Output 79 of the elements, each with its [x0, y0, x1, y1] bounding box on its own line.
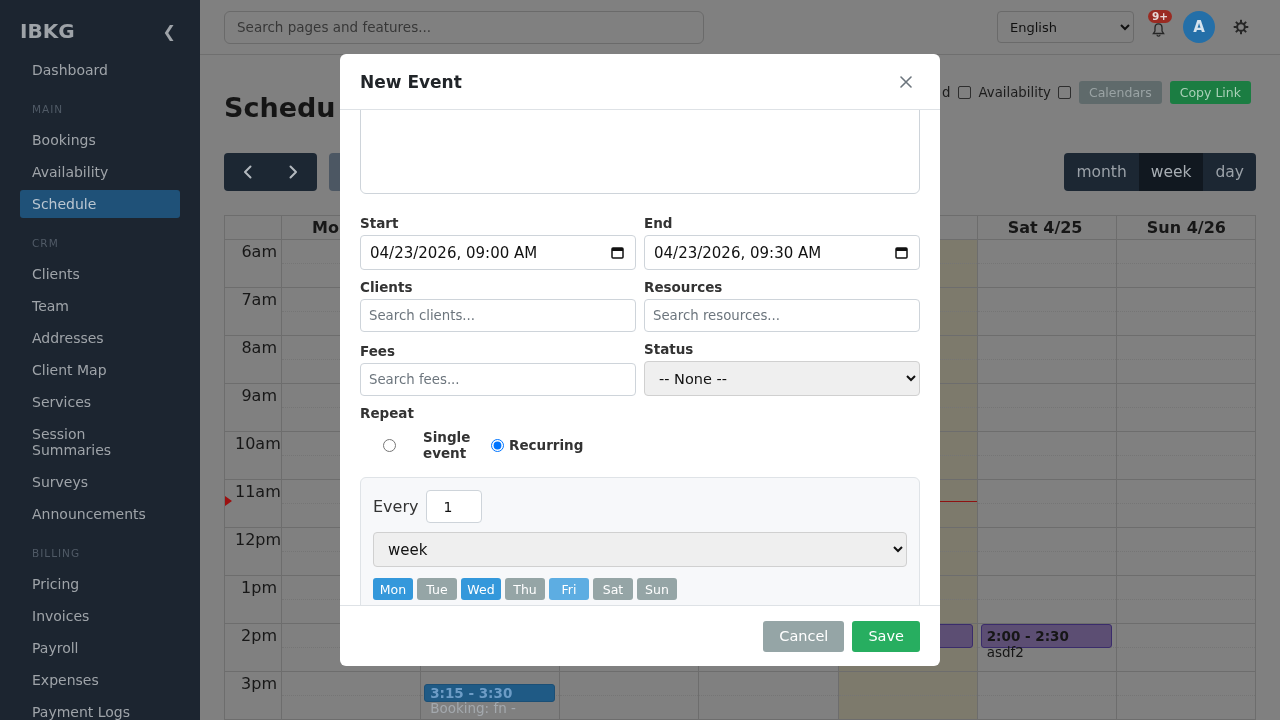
field-label: Clients	[360, 279, 414, 295]
language-select[interactable]: English	[997, 11, 1134, 43]
nav-item[interactable]: Clients	[20, 260, 180, 288]
modal-title: New Event	[360, 71, 462, 92]
chevron-left-icon	[242, 165, 252, 179]
nav-item[interactable]: Addresses	[20, 324, 180, 352]
time-label: 11am	[235, 481, 281, 503]
event-time: 3:15 - 3:30	[430, 686, 514, 701]
field-label: Repeat	[360, 405, 415, 421]
nav-item[interactable]: Expenses	[20, 666, 180, 694]
nav-item[interactable]: Services	[20, 388, 180, 416]
search-field[interactable]: Search pages and features...	[224, 10, 704, 44]
nav-item[interactable]: Availability	[20, 158, 180, 186]
previous-button[interactable]	[224, 153, 271, 191]
field-label: Resources	[644, 279, 724, 295]
calendar-icon[interactable]	[895, 246, 908, 259]
time-label: 1pm	[240, 577, 278, 599]
time-label: 9am	[240, 385, 278, 407]
collapse-button[interactable]: ❮	[158, 21, 180, 41]
field-label: End	[644, 215, 674, 231]
nav-item[interactable]: Announcements	[20, 500, 180, 528]
field-label: Fees	[360, 343, 397, 359]
every-label: Every	[373, 497, 419, 516]
view-tab[interactable]: month	[1064, 153, 1139, 191]
field-label: Start	[360, 215, 400, 231]
day-label: Sat 4/25	[1007, 218, 1083, 237]
triangle-icon	[225, 496, 232, 506]
nav-item[interactable]: Session Summaries	[20, 420, 180, 464]
day-label: Mo	[312, 218, 339, 237]
radio-label[interactable]: Recurring	[509, 437, 584, 453]
datetime-field[interactable]: 04/23/2026, 09:30 AM	[644, 235, 920, 270]
nav-item[interactable]: Surveys	[20, 468, 180, 496]
time-label: 6am	[240, 241, 278, 263]
bell-icon[interactable]	[1152, 21, 1165, 37]
close-icon[interactable]	[900, 75, 912, 88]
brand-name: IBKG	[20, 19, 75, 43]
nav-item[interactable]: Team	[20, 292, 180, 320]
radio-button[interactable]	[383, 438, 396, 452]
interval-field[interactable]: 1	[426, 490, 483, 523]
avatar[interactable]: A	[1183, 11, 1215, 43]
nav-item[interactable]: Payment Logs	[20, 698, 180, 720]
event-time: 2:00 - 2:30	[986, 627, 1070, 645]
field-label: Status	[644, 341, 695, 357]
unit-select[interactable]: week	[373, 532, 907, 567]
day-label: Sun 4/26	[1146, 218, 1226, 237]
status-select[interactable]: -- None --	[644, 361, 920, 396]
nav-item[interactable]: Payroll	[20, 634, 180, 662]
radio-button[interactable]	[491, 438, 504, 452]
nav-item[interactable]: Bookings	[20, 126, 180, 154]
nav-item[interactable]: Client Map	[20, 356, 180, 384]
filter-label: Availability	[978, 85, 1051, 100]
nav-item[interactable]: Dashboard	[20, 56, 180, 84]
toolbar-button[interactable]: Copy Link	[1169, 81, 1251, 104]
time-label: 2pm	[240, 625, 278, 647]
radio-label[interactable]: Single event	[423, 429, 475, 461]
view-tab[interactable]: day	[1203, 153, 1256, 191]
page-title: Schedu	[224, 91, 336, 125]
weekday-toggle[interactable]: Wed	[461, 578, 501, 600]
next-button[interactable]	[270, 153, 317, 191]
time-label: 8am	[240, 337, 278, 359]
settings-icon[interactable]	[1233, 19, 1249, 35]
datetime-field[interactable]: 04/23/2026, 09:00 AM	[360, 235, 636, 270]
event-title: asdf2	[986, 645, 1025, 660]
weekday-toggle[interactable]: Mon	[373, 578, 413, 600]
filter-label: d	[942, 85, 951, 100]
chevron-right-icon	[289, 165, 299, 179]
time-label: 3pm	[240, 673, 278, 695]
description-field[interactable]	[360, 110, 920, 194]
nav-item[interactable]: Schedule	[20, 190, 180, 218]
checkbox[interactable]	[957, 86, 971, 99]
nav-item[interactable]: Pricing	[20, 570, 180, 598]
calendar-icon[interactable]	[611, 246, 624, 259]
notification-badge: 9+	[1148, 9, 1173, 23]
nav-item[interactable]: Invoices	[20, 602, 180, 630]
time-label: 12pm	[235, 529, 281, 551]
time-label: 7am	[240, 289, 278, 311]
view-tab[interactable]: week	[1138, 153, 1204, 191]
checkbox[interactable]	[1058, 86, 1071, 99]
time-label: 10am	[235, 433, 281, 455]
